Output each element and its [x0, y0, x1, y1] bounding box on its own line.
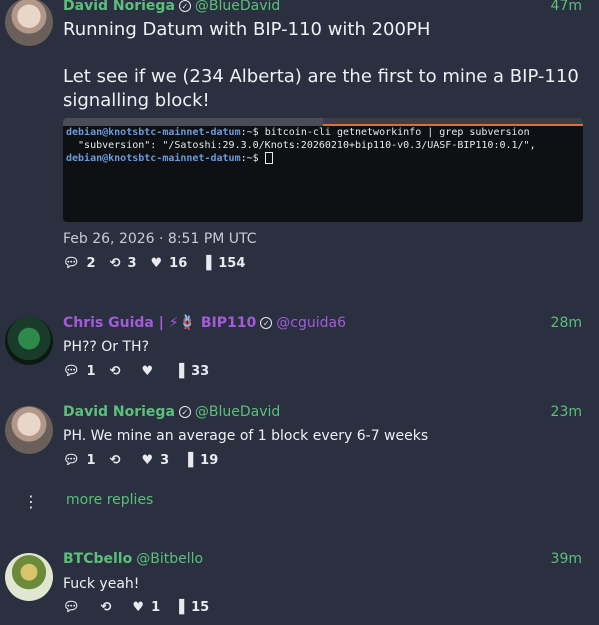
reply-icon: 💬︎: [63, 256, 80, 271]
author-handle[interactable]: @BlueDavid: [195, 0, 280, 14]
author-handle[interactable]: @BlueDavid: [195, 404, 280, 420]
terminal-tabs: [63, 118, 583, 126]
views-button[interactable]: ▐ 33: [174, 364, 209, 379]
heart-icon: ♥: [141, 364, 154, 379]
tweet-actions: 💬︎ ⟲ ♥ 1 ▐ 15: [63, 600, 223, 615]
repost-icon: ⟲: [109, 364, 121, 379]
bar-chart-icon: ▐: [174, 600, 185, 615]
author-name[interactable]: BTCbello: [63, 551, 132, 567]
tweet-text-line1: Running Datum with BIP-110 with 200PH: [63, 19, 431, 40]
terminal-screenshot[interactable]: debian@knotsbtc-mainnet-datum:~$ bitcoin…: [63, 118, 583, 222]
verified-icon: ✓: [178, 0, 191, 12]
reply-icon: 💬︎: [63, 600, 80, 615]
reply-button[interactable]: 💬︎ 2: [63, 256, 96, 271]
bar-chart-icon: ▐: [183, 453, 194, 468]
author-name[interactable]: David Noriega: [63, 404, 175, 420]
tweet-header: David Noriega ✓ @BlueDavid: [63, 0, 280, 14]
tweet-time[interactable]: 39m: [551, 551, 582, 567]
heart-icon: ♥: [150, 256, 163, 271]
like-button[interactable]: ♥ 1: [132, 600, 160, 615]
tweet-actions: 💬︎ 2 ⟲ 3 ♥ 16 ▐ 154: [63, 256, 259, 271]
more-icon: ⋮: [23, 492, 39, 511]
tweet-time[interactable]: 23m: [551, 404, 582, 420]
terminal-line: debian@knotsbtc-mainnet-datum:~$: [63, 152, 583, 165]
views-button[interactable]: ▐ 154: [201, 256, 245, 271]
tweet-header: Chris Guida | ⚡🪢 BIP110 ✓ @cguida6: [63, 315, 346, 331]
tweet-time[interactable]: 47m: [551, 0, 582, 14]
bar-chart-icon: ▐: [174, 364, 185, 379]
tweet-text: Fuck yeah!: [63, 576, 140, 592]
repost-button[interactable]: ⟲: [110, 364, 128, 379]
repost-button[interactable]: ⟲ 3: [110, 256, 137, 271]
author-name[interactable]: David Noriega: [63, 0, 175, 14]
avatar[interactable]: [5, 317, 53, 365]
terminal-line: "subversion": "/Satoshi:29.3.0/Knots:202…: [66, 140, 536, 151]
terminal-line: debian@knotsbtc-mainnet-datum:~$ bitcoin…: [66, 127, 530, 138]
reply-button[interactable]: 💬︎ 1: [63, 364, 96, 379]
author-name[interactable]: Chris Guida | ⚡🪢 BIP110: [63, 315, 256, 331]
author-handle[interactable]: @cguida6: [276, 315, 346, 331]
verified-icon: ✓: [178, 406, 191, 418]
views-button[interactable]: ▐ 19: [183, 453, 218, 468]
bar-chart-icon: ▐: [201, 256, 212, 271]
tweet-text: PH?? Or TH?: [63, 339, 150, 355]
like-button[interactable]: ♥ 3: [141, 453, 169, 468]
reply-icon: 💬︎: [63, 453, 80, 468]
views-button[interactable]: ▐ 15: [174, 600, 209, 615]
verified-icon: ✓: [260, 317, 273, 329]
tweet-text: PH. We mine an average of 1 block every …: [63, 428, 429, 444]
repost-button[interactable]: ⟲: [101, 600, 119, 615]
repost-icon: ⟲: [109, 453, 121, 468]
tweet-text-line2: Let see if we (234 Alberta) are the firs…: [63, 66, 579, 87]
more-replies-link[interactable]: more replies: [66, 492, 153, 508]
tweet-date[interactable]: Feb 26, 2026 · 8:51 PM UTC: [63, 231, 257, 247]
reply-button[interactable]: 💬︎ 1: [63, 453, 96, 468]
author-handle[interactable]: @Bitbello: [136, 551, 203, 567]
tweet-header: BTCbello @Bitbello: [63, 551, 203, 567]
reply-icon: 💬︎: [63, 364, 80, 379]
heart-icon: ♥: [132, 600, 145, 615]
tweet-text-line3: signalling block!: [63, 90, 210, 111]
avatar[interactable]: [5, 406, 53, 454]
like-button[interactable]: ♥ 16: [151, 256, 188, 271]
reply-button[interactable]: 💬︎: [63, 600, 87, 615]
tweet-actions: 💬︎ 1 ⟲ ♥ ▐ 33: [63, 364, 223, 379]
tweet-time[interactable]: 28m: [551, 315, 582, 331]
repost-icon: ⟲: [100, 600, 112, 615]
like-button[interactable]: ♥: [141, 364, 160, 379]
avatar[interactable]: [5, 553, 53, 601]
avatar[interactable]: [5, 0, 53, 46]
tweet-header: David Noriega ✓ @BlueDavid: [63, 404, 280, 420]
repost-button[interactable]: ⟲: [110, 453, 128, 468]
tweet-actions: 💬︎ 1 ⟲ ♥ 3 ▐ 19: [63, 453, 232, 468]
heart-icon: ♥: [141, 453, 154, 468]
repost-icon: ⟲: [109, 256, 121, 271]
